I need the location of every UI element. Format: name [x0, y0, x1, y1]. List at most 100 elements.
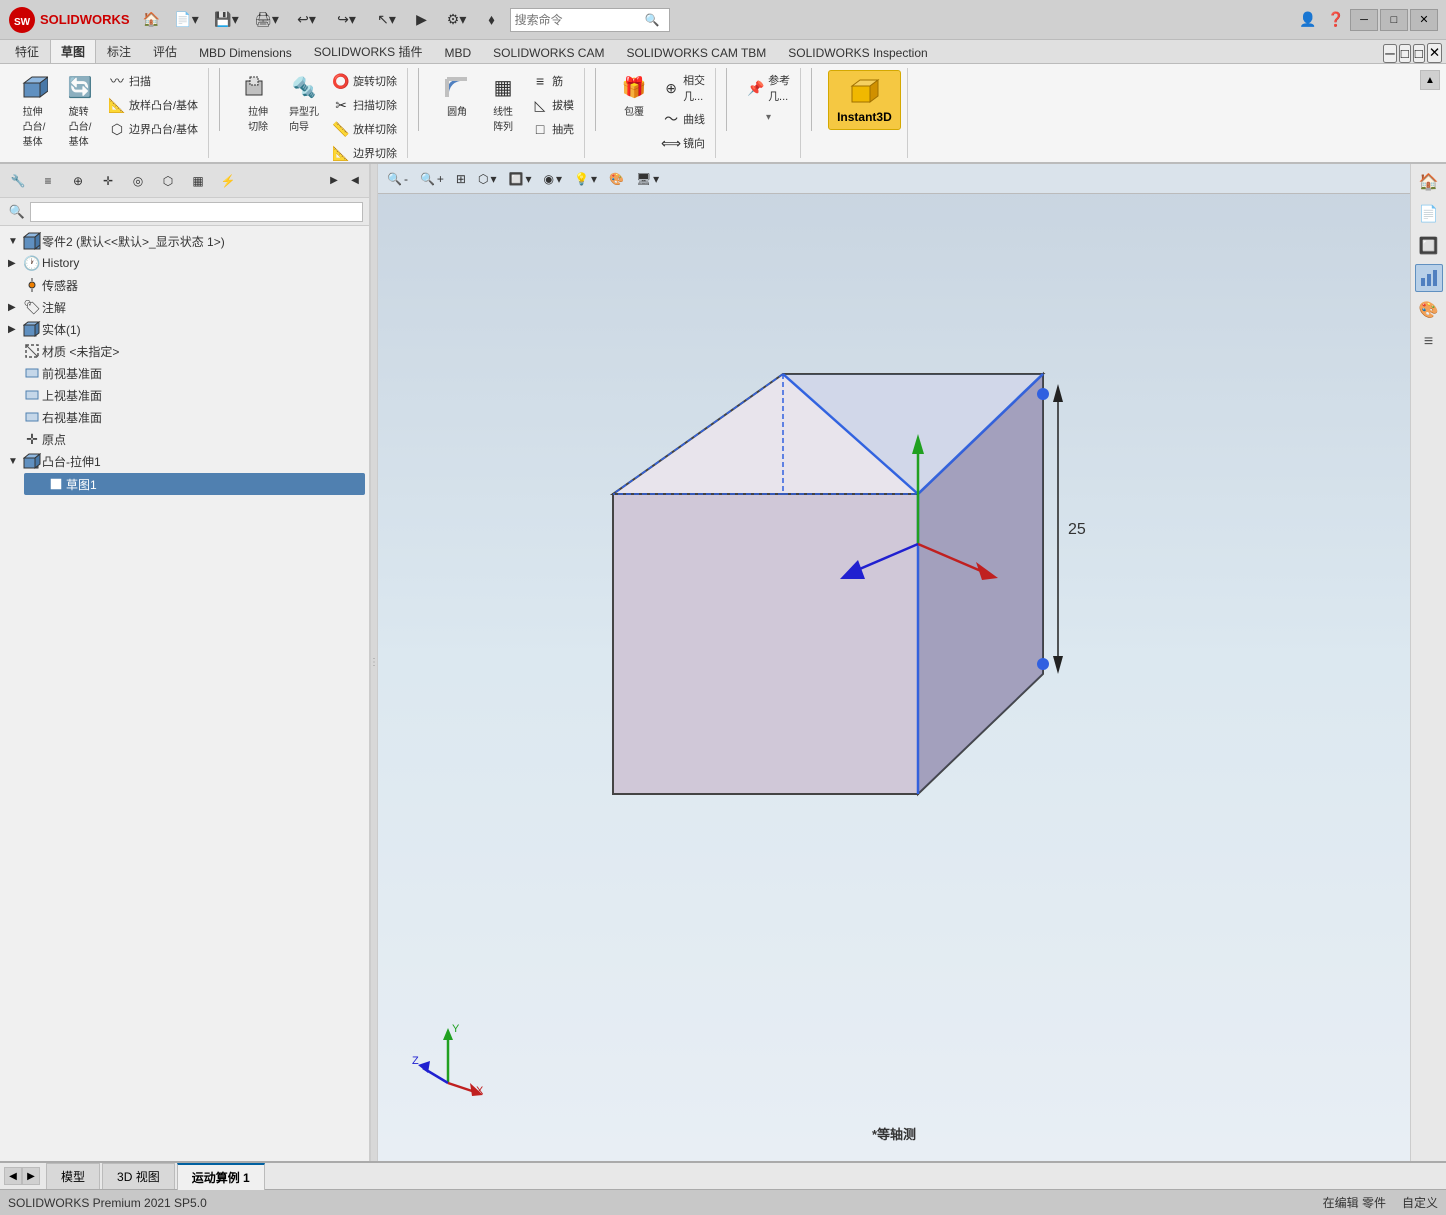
- tab-nav-left[interactable]: ◀: [4, 1167, 22, 1185]
- minimize-btn[interactable]: ─: [1350, 9, 1378, 31]
- canvas-area[interactable]: 25 Y Z X *: [378, 194, 1410, 1161]
- new-btn[interactable]: 📄▾: [168, 6, 206, 34]
- loft-btn[interactable]: 📐 放样凸台/基体: [104, 94, 202, 116]
- scene-view-btn[interactable]: 🖥▾: [631, 168, 664, 190]
- wrap-btn[interactable]: 🎁 包覆: [612, 70, 656, 121]
- tab-mbd-dim[interactable]: MBD Dimensions: [188, 42, 303, 63]
- revolve-btn[interactable]: 🔄 旋转凸台/基体: [58, 70, 102, 151]
- mirror-btn[interactable]: ⟺ 镜向: [658, 132, 709, 154]
- save-btn[interactable]: 💾▾: [208, 6, 246, 34]
- decal-btn[interactable]: ⚡: [214, 167, 242, 195]
- settings-btn[interactable]: ⚙▾: [438, 6, 476, 34]
- tab-motion[interactable]: 运动算例 1: [177, 1163, 265, 1190]
- tab-tezheng[interactable]: 特征: [4, 39, 50, 63]
- search-input[interactable]: [515, 13, 645, 27]
- appearance-view-btn[interactable]: 🎨: [604, 168, 629, 190]
- right-home-btn[interactable]: 🏠: [1415, 168, 1443, 196]
- select-btn[interactable]: ▶: [408, 6, 436, 34]
- feature-manager-btn[interactable]: 🔧: [4, 167, 32, 195]
- cursor-btn[interactable]: ↖▾: [368, 6, 406, 34]
- tree-item-sketch1[interactable]: 草图1: [24, 473, 365, 495]
- config-manager-btn[interactable]: ⊕: [64, 167, 92, 195]
- ribbon-max-btn[interactable]: □: [1413, 44, 1425, 63]
- display-style-btn[interactable]: 🔲▾: [504, 168, 537, 190]
- tab-biaozhu[interactable]: 标注: [96, 39, 142, 63]
- tree-item-top[interactable]: 上视基准面: [0, 384, 369, 406]
- sweep-cut-btn[interactable]: ✂ 扫描切除: [328, 94, 401, 116]
- ref-geo-btn[interactable]: 📌 参考几...: [743, 70, 794, 106]
- tree-item-material[interactable]: 材质 <未指定>: [0, 340, 369, 362]
- right-list-btn[interactable]: ≡: [1415, 328, 1443, 356]
- zoom-out-btn[interactable]: 🔍 -: [382, 168, 413, 190]
- tree-item-solid[interactable]: ▶ 实体(1): [0, 318, 369, 340]
- boundary-cut-btn[interactable]: 📐 边界切除: [328, 142, 401, 164]
- panel-expand-btn[interactable]: ▶: [324, 167, 344, 195]
- curve-btn[interactable]: 〜 曲线: [658, 108, 709, 130]
- tree-item-origin[interactable]: ✛ 原点: [0, 428, 369, 450]
- zoom-in-btn[interactable]: 🔍 +: [415, 168, 449, 190]
- zoom-fit-btn[interactable]: ⊞: [451, 168, 471, 190]
- rib-btn[interactable]: ≡ 筋: [527, 70, 578, 92]
- right-view-btn[interactable]: 🔲: [1415, 232, 1443, 260]
- close-btn[interactable]: ✕: [1410, 9, 1438, 31]
- tab-sw-cam-tbm[interactable]: SOLIDWORKS CAM TBM: [615, 42, 777, 63]
- view-orient-btn[interactable]: ⬡▾: [473, 168, 502, 190]
- search-box[interactable]: 🔍: [510, 8, 670, 32]
- ribbon-restore-btn[interactable]: □: [1399, 44, 1411, 63]
- draft-btn[interactable]: ◺ 拔模: [527, 94, 578, 116]
- scene-btn[interactable]: ▦: [184, 167, 212, 195]
- tab-caotu[interactable]: 草图: [50, 39, 96, 63]
- fillet-btn[interactable]: 圆角: [435, 70, 479, 121]
- extra-btn[interactable]: ⬧: [478, 6, 506, 34]
- loft-cut-btn[interactable]: 📏 放样切除: [328, 118, 401, 140]
- ribbon-close-btn[interactable]: ✕: [1427, 43, 1442, 63]
- right-page-btn[interactable]: 📄: [1415, 200, 1443, 228]
- right-chart-btn[interactable]: [1415, 264, 1443, 292]
- linear-pattern-btn[interactable]: ▦ 线性阵列: [481, 70, 525, 136]
- tab-model[interactable]: 模型: [46, 1163, 100, 1189]
- lights-btn[interactable]: 💡▾: [569, 168, 602, 190]
- hole-wizard-btn[interactable]: 🔩 异型孔向导: [282, 70, 326, 136]
- help-btn[interactable]: ❓: [1322, 6, 1350, 34]
- ribbon-min-btn[interactable]: ─: [1383, 44, 1396, 63]
- display-manager-btn[interactable]: ◎: [124, 167, 152, 195]
- restore-btn[interactable]: □: [1380, 9, 1408, 31]
- redo-btn[interactable]: ↪▾: [328, 6, 366, 34]
- extrude-boss-btn[interactable]: 拉伸凸台/基体: [12, 70, 56, 151]
- filter-input[interactable]: [30, 202, 363, 222]
- appearance-btn[interactable]: ⬡: [154, 167, 182, 195]
- tab-3dview[interactable]: 3D 视图: [102, 1163, 175, 1189]
- revolve-cut-btn[interactable]: ⭕ 旋转切除: [328, 70, 401, 92]
- print-btn[interactable]: 🖨▾: [248, 6, 286, 34]
- tree-item-front[interactable]: 前视基准面: [0, 362, 369, 384]
- right-color-btn[interactable]: 🎨: [1415, 296, 1443, 324]
- tree-item-annotation[interactable]: ▶ 🏷 注解: [0, 296, 369, 318]
- tab-pinggu[interactable]: 评估: [142, 39, 188, 63]
- tree-item-extrude1[interactable]: ▼ 凸台-拉伸1: [0, 450, 369, 472]
- resize-handle[interactable]: ⋮: [370, 164, 378, 1161]
- extrude-cut-btn[interactable]: 拉伸切除: [236, 70, 280, 136]
- tree-item-sensor[interactable]: 传感器: [0, 274, 369, 296]
- panel-collapse-btn[interactable]: ◀: [345, 167, 365, 195]
- boundary-btn[interactable]: ⬡ 边界凸台/基体: [104, 118, 202, 140]
- undo-btn[interactable]: ↩▾: [288, 6, 326, 34]
- tab-sw-plugin[interactable]: SOLIDWORKS 插件: [303, 39, 434, 63]
- tree-item-history[interactable]: ▶ 🕐 History: [0, 252, 369, 274]
- ribbon-collapse-btn[interactable]: ▲: [1420, 70, 1440, 90]
- tab-sw-cam[interactable]: SOLIDWORKS CAM: [482, 42, 615, 63]
- tab-nav-right[interactable]: ▶: [22, 1167, 40, 1185]
- sweep-btn[interactable]: 〰 扫描: [104, 70, 202, 92]
- customize-btn[interactable]: 自定义: [1402, 1194, 1438, 1211]
- tree-item-right[interactable]: 右视基准面: [0, 406, 369, 428]
- intersect-btn[interactable]: ⊕ 相交几...: [658, 70, 709, 106]
- tab-sw-inspection[interactable]: SOLIDWORKS Inspection: [777, 42, 938, 63]
- view-mode-btn[interactable]: ◉▾: [538, 168, 567, 190]
- filter-btn[interactable]: 🔍: [6, 201, 28, 223]
- tree-root[interactable]: ▼ 零件2 (默认<<默认>_显示状态 1>): [0, 230, 369, 252]
- home-btn[interactable]: 🏠: [138, 6, 166, 34]
- instant3d-btn[interactable]: Instant3D: [828, 70, 901, 130]
- tab-mbd[interactable]: MBD: [433, 42, 482, 63]
- property-manager-btn[interactable]: ≡: [34, 167, 62, 195]
- shell-btn[interactable]: □ 抽壳: [527, 118, 578, 140]
- dim-xpert-btn[interactable]: ✛: [94, 167, 122, 195]
